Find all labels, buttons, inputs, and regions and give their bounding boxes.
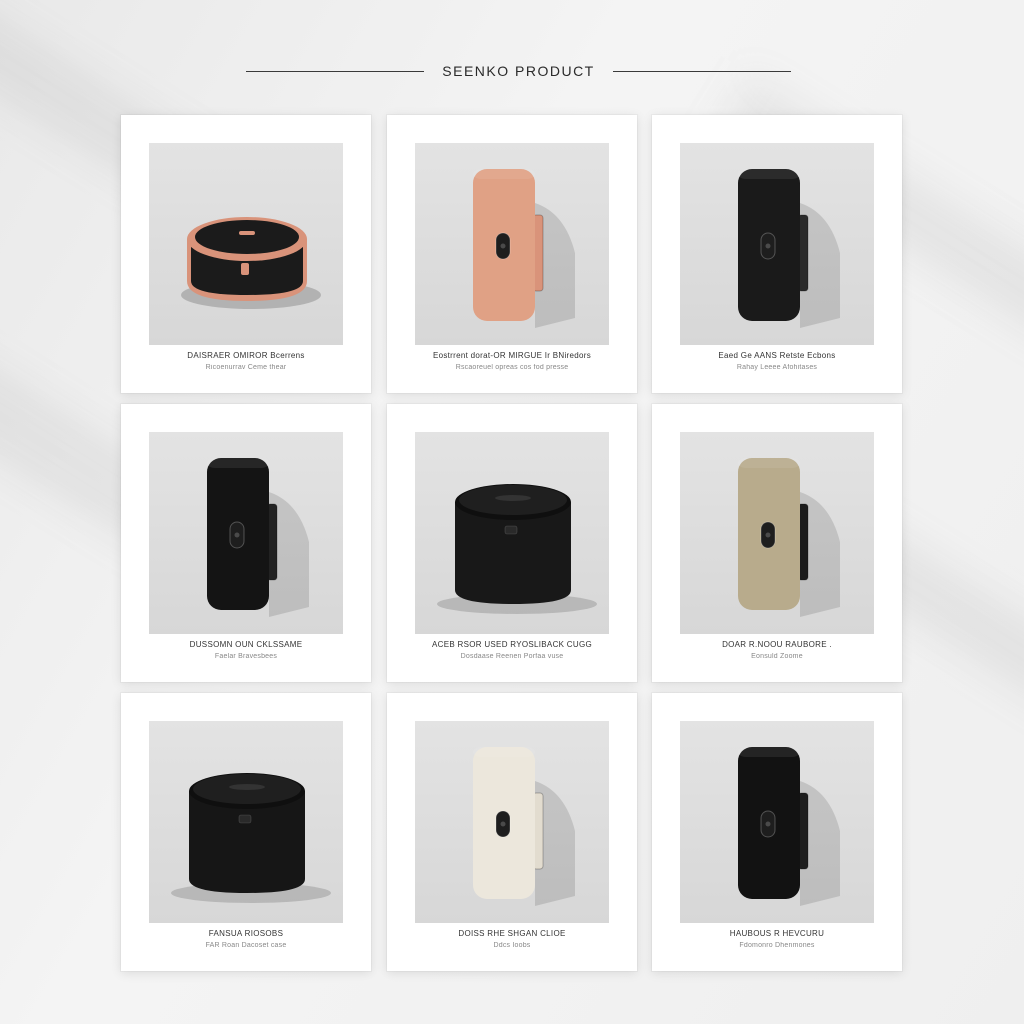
tall-speaker-image — [738, 747, 840, 906]
product-name: DOISS RHE SHGAN CLIOE — [458, 929, 566, 938]
page-title: SEENKO PRODUCT — [442, 63, 595, 79]
product-name: DAISRAER OMIROR Bcerrens — [187, 351, 305, 360]
product-photo — [680, 721, 874, 923]
product-card[interactable]: HAUBOUS R HEVCURU Fdomonro Dhenmones — [652, 693, 902, 971]
product-card[interactable]: DOISS RHE SHGAN CLIOE Ddcs Ioobs — [387, 693, 637, 971]
product-card[interactable]: DOAR R.NOOU RAUBORE . Eonsuld Zoome — [652, 404, 902, 682]
product-description: Rscaoreuel opreas cos fod presse — [455, 364, 569, 371]
product-card[interactable]: FANSUA RIOSOBS FAR Roan Dacoset case — [121, 693, 371, 971]
product-photo — [680, 432, 874, 634]
product-photo — [149, 432, 343, 634]
product-description: Eonsuld Zoome — [751, 653, 803, 660]
product-description: Dosdaase Reenen Porfaa vuse — [460, 653, 564, 660]
product-card[interactable]: DUSSOMN OUN CKLSSAME Faelar Bravesbees — [121, 404, 371, 682]
tall-speaker-image — [738, 458, 840, 617]
product-card[interactable]: Eaed Ge AANS Retste Ecbons Rahay Leeee A… — [652, 115, 902, 393]
product-name: DOAR R.NOOU RAUBORE . — [722, 640, 832, 649]
product-photo — [415, 432, 609, 634]
product-name: ACEB RSOR USED RYOSLIBACK CUGG — [432, 640, 592, 649]
drum-speaker-image — [437, 484, 597, 614]
product-photo — [680, 143, 874, 345]
product-card[interactable]: DAISRAER OMIROR Bcerrens Ricoenurrav Cem… — [121, 115, 371, 393]
product-name: DUSSOMN OUN CKLSSAME — [189, 640, 303, 649]
drum-speaker-image — [171, 773, 331, 903]
product-photo — [149, 721, 343, 923]
product-description: Fdomonro Dhenmones — [739, 942, 815, 949]
product-name: HAUBOUS R HEVCURU — [729, 929, 825, 938]
product-description: Ricoenurrav Ceme thear — [205, 364, 287, 371]
header-rule-right — [612, 70, 791, 72]
product-card[interactable]: Eostrrent dorat-OR MIRGUE Ir BNiredors R… — [387, 115, 637, 393]
product-description: Rahay Leeee Afohitases — [736, 364, 818, 371]
product-photo — [149, 143, 343, 345]
product-name: FANSUA RIOSOBS — [208, 929, 284, 938]
tall-speaker-image — [207, 458, 309, 617]
product-photo — [415, 143, 609, 345]
page-header: SEENKO PRODUCT — [246, 60, 791, 82]
round-speaker-image — [181, 217, 321, 309]
product-name: Eostrrent dorat-OR MIRGUE Ir BNiredors — [432, 351, 592, 360]
tall-speaker-image — [473, 169, 575, 328]
header-rule-left — [246, 70, 425, 72]
product-description: FAR Roan Dacoset case — [205, 942, 287, 949]
product-description: Ddcs Ioobs — [493, 942, 531, 949]
product-photo — [415, 721, 609, 923]
tall-speaker-image — [473, 747, 575, 906]
product-name: Eaed Ge AANS Retste Ecbons — [718, 351, 836, 360]
product-card[interactable]: ACEB RSOR USED RYOSLIBACK CUGG Dosdaase … — [387, 404, 637, 682]
tall-speaker-image — [738, 169, 840, 328]
product-description: Faelar Bravesbees — [214, 653, 278, 660]
